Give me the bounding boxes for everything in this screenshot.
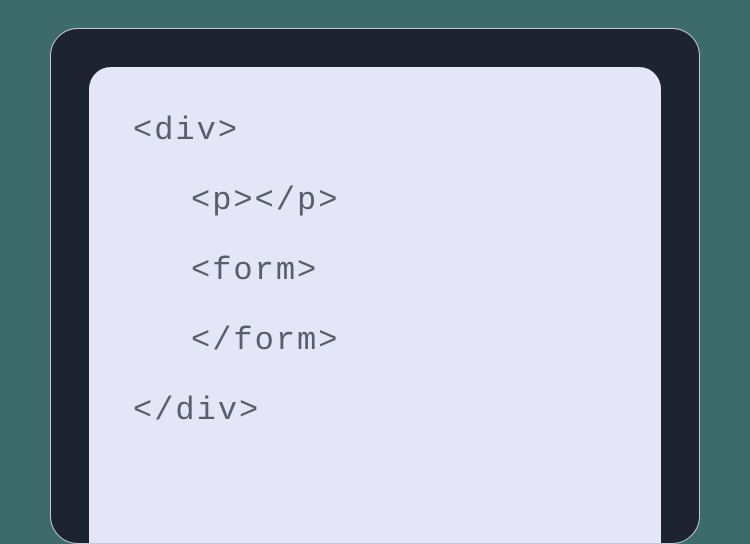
- code-line-4: </form>: [133, 325, 617, 357]
- code-line-2: <p></p>: [133, 185, 617, 217]
- code-frame: <div> <p></p> <form> </form> </div>: [50, 28, 700, 544]
- code-line-5: </div>: [133, 395, 617, 427]
- code-line-3: <form>: [133, 255, 617, 287]
- code-panel: <div> <p></p> <form> </form> </div>: [89, 67, 661, 543]
- code-line-1: <div>: [133, 115, 617, 147]
